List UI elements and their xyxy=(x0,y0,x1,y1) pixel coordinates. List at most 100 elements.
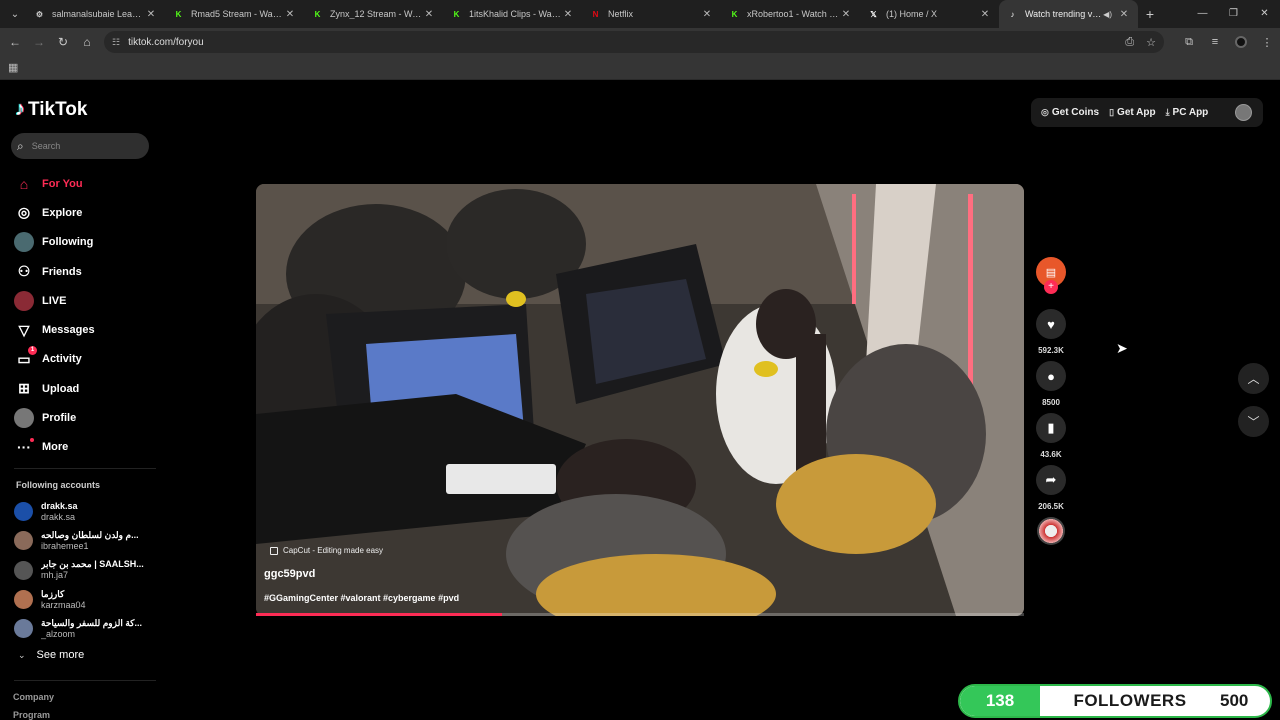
bookmarks-bar: ▦ xyxy=(0,56,1280,80)
chevron-up-icon: ︿ xyxy=(1247,372,1260,386)
comment-button[interactable]: ● xyxy=(1036,361,1066,391)
creator-avatar[interactable]: ▤ + xyxy=(1036,257,1066,294)
account-name: م ولدن لسلطان وصالحه... xyxy=(41,529,139,540)
close-tab-icon[interactable]: ✕ xyxy=(423,9,435,20)
bookmark-star-icon[interactable]: ☆ xyxy=(1146,36,1156,49)
nav-item-messages[interactable]: ▽ Messages xyxy=(14,315,95,344)
close-tab-icon[interactable]: ✕ xyxy=(701,9,713,20)
follow-plus-icon[interactable]: + xyxy=(1044,280,1058,294)
browser-menu-icon[interactable]: ⋮ xyxy=(1254,36,1280,49)
tab-title: xRobertoo1 - Watch the V xyxy=(747,9,840,19)
close-tab-icon[interactable]: ✕ xyxy=(284,9,296,20)
speaker-icon[interactable]: ◀) xyxy=(1103,10,1112,19)
video-actions: ▤ + ♥ 592.3K ● 8500 ▮ 43.6K ➦ 206.5K xyxy=(1034,257,1068,545)
address-bar[interactable]: ☷ tiktok.com/foryou ⎙ ☆ xyxy=(104,31,1164,53)
pc-app-button[interactable]: ⤓ PC App xyxy=(1166,107,1209,118)
like-count: 592.3K xyxy=(1038,346,1064,355)
nav-item-more[interactable]: ··· More xyxy=(14,433,95,462)
apps-grid-icon[interactable]: ▦ xyxy=(8,61,18,74)
forward-icon[interactable]: → xyxy=(27,35,51,49)
close-window-icon[interactable]: ✕ xyxy=(1249,0,1280,28)
user-avatar[interactable] xyxy=(1235,104,1252,121)
browser-tab[interactable]: KxRobertoo1 - Watch the V ✕ xyxy=(721,0,860,28)
following-account[interactable]: محمد بن جابر | SAALSH... mh.ja7 xyxy=(14,556,154,585)
compass-icon: ◎ xyxy=(17,204,31,221)
nav-item-friends[interactable]: ⚇ Friends xyxy=(14,257,95,286)
account-handle: karzmaa04 xyxy=(41,599,86,610)
browser-tab[interactable]: N Netflix ✕ xyxy=(582,0,721,28)
video-author[interactable]: ggc59pvd xyxy=(264,568,315,580)
close-tab-icon[interactable]: ✕ xyxy=(979,9,991,20)
following-account[interactable]: كة الزوم للسفر والسياحة... _alzoom xyxy=(14,614,154,643)
browser-tab[interactable]: 𝕏 (1) Home / X ✕ xyxy=(860,0,999,28)
nav-label: Upload xyxy=(42,382,80,395)
next-video-button[interactable]: ﹀ xyxy=(1238,406,1269,437)
tab-title: (1) Home / X xyxy=(886,9,938,19)
account-avatar xyxy=(14,560,33,580)
tiktok-note-icon: ♪ xyxy=(15,98,25,120)
download-icon: ⤓ xyxy=(1165,107,1170,117)
previous-video-button[interactable]: ︿ xyxy=(1238,363,1269,394)
search-box[interactable]: ⌕ xyxy=(11,133,149,159)
video-description[interactable]: #GGamingCenter #valorant #cybergame #pvd xyxy=(264,593,459,603)
tab-title: Zynx_12 Stream - Watch xyxy=(330,9,423,19)
media-controls-icon[interactable]: ≡ xyxy=(1202,36,1228,48)
window-controls: — ❐ ✕ xyxy=(1187,0,1280,28)
install-app-icon[interactable]: ⎙ xyxy=(1125,36,1134,49)
nav-label: Explore xyxy=(42,206,83,219)
home-icon[interactable]: ⌂ xyxy=(75,35,99,49)
share-count: 206.5K xyxy=(1038,502,1064,511)
search-icon: ⌕ xyxy=(17,138,24,153)
nav-item-following[interactable]: Following xyxy=(14,228,95,257)
top-actions: ◎ Get Coins ▯ Get App ⤓ PC App xyxy=(1031,98,1263,127)
following-account[interactable]: drakk.sa drakk.sa xyxy=(14,497,154,526)
nav-label: Profile xyxy=(42,412,77,425)
browser-profile-avatar[interactable] xyxy=(1235,36,1247,48)
video-progress-bar[interactable] xyxy=(256,613,1024,616)
nav-item-upload[interactable]: ⊞ Upload xyxy=(14,374,95,403)
browser-tab[interactable]: ♪ Watch trending video ◀) ✕ xyxy=(999,0,1138,28)
nav-item-activity[interactable]: ▭ 1 Activity xyxy=(14,345,95,374)
tab-title: Netflix xyxy=(608,9,634,19)
logo-text: TikTok xyxy=(28,98,88,120)
browser-tab[interactable]: K Rmad5 Stream - Watch L ✕ xyxy=(165,0,304,28)
tiktok-logo[interactable]: ♪ TikTok xyxy=(15,98,87,121)
get-coins-button[interactable]: ◎ Get Coins xyxy=(1041,107,1099,118)
account-name: محمد بن جابر | SAALSH... xyxy=(41,559,144,570)
following-account[interactable]: م ولدن لسلطان وصالحه... ibrahemee1 xyxy=(14,526,154,555)
close-tab-icon[interactable]: ✕ xyxy=(562,9,574,20)
nav-item-explore[interactable]: ◎ Explore xyxy=(14,198,95,227)
music-disc-icon[interactable] xyxy=(1037,517,1065,545)
search-input[interactable] xyxy=(31,141,132,151)
restore-icon[interactable]: ❐ xyxy=(1218,0,1249,28)
share-button[interactable]: ➦ xyxy=(1036,465,1066,495)
footer-link-company[interactable]: Company xyxy=(13,692,54,702)
nav-label: Friends xyxy=(42,265,82,278)
footer-link-program[interactable]: Program xyxy=(13,710,50,720)
nav-item-live[interactable]: LIVE xyxy=(14,286,95,315)
back-icon[interactable]: ← xyxy=(3,35,27,49)
netflix-icon: N xyxy=(592,9,599,19)
nav-item-for-you[interactable]: ⌂ For You xyxy=(14,169,95,198)
browser-tab[interactable]: ⚙ salmanalsubaie LeaderBo✕ xyxy=(26,0,165,28)
tab-search-icon[interactable]: ⌄ xyxy=(4,3,26,25)
like-button[interactable]: ♥ xyxy=(1036,309,1066,339)
browser-tab[interactable]: K Zynx_12 Stream - Watch ✕ xyxy=(304,0,443,28)
close-tab-icon[interactable]: ✕ xyxy=(1118,9,1130,20)
close-tab-icon[interactable]: ✕ xyxy=(840,9,852,20)
reload-icon[interactable]: ↻ xyxy=(51,35,75,49)
nav-item-profile[interactable]: Profile xyxy=(14,403,95,432)
get-app-button[interactable]: ▯ Get App xyxy=(1109,107,1155,118)
see-more-button[interactable]: ⌄ See more xyxy=(18,649,84,661)
following-account[interactable]: كارزما karzmaa04 xyxy=(14,585,154,614)
new-tab-button[interactable]: + xyxy=(1138,6,1162,22)
minimize-icon[interactable]: — xyxy=(1187,0,1218,28)
save-button[interactable]: ▮ xyxy=(1036,413,1066,443)
browser-tab[interactable]: K 1itsKhalid Clips - Watch L ✕ xyxy=(443,0,582,28)
close-tab-icon[interactable]: ✕ xyxy=(145,9,157,20)
nav-label: Activity xyxy=(42,353,82,366)
extensions-icon[interactable]: ⧉ xyxy=(1176,36,1202,49)
site-info-icon[interactable]: ☷ xyxy=(112,37,120,48)
mouse-cursor-icon: ➤ xyxy=(1116,340,1128,356)
tiktok-icon: ♪ xyxy=(1010,9,1015,19)
